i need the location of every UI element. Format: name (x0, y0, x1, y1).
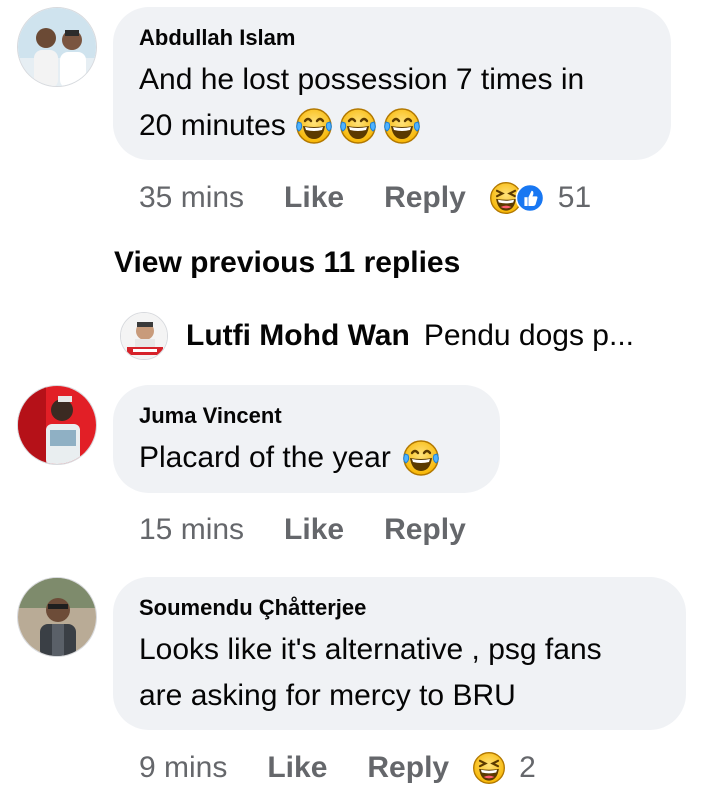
view-previous-replies-link[interactable]: View previous 11 replies (114, 246, 460, 280)
comment-text-line: And he lost possession 7 times in (139, 63, 585, 96)
like-button[interactable]: Like (284, 513, 344, 547)
reply-snippet: Pendu dogs p... (423, 319, 634, 352)
comment-actions: 15 mins Like Reply (139, 510, 506, 550)
like-button[interactable]: Like (284, 181, 344, 215)
comment-text: Looks like it's alternative , psg fans a… (139, 627, 660, 719)
comment-author[interactable]: Abdullah Islam (139, 25, 645, 51)
collapsed-reply[interactable]: Lutfi Mohd Wan Pendu dogs p... (120, 312, 634, 360)
reply-author[interactable]: Lutfi Mohd Wan (186, 319, 410, 353)
comment-timestamp[interactable]: 15 mins (139, 513, 244, 547)
reply-button[interactable]: Reply (384, 513, 466, 547)
laugh-tears-icon (294, 106, 334, 146)
like-button[interactable]: Like (267, 751, 327, 785)
comment-timestamp[interactable]: 35 mins (139, 181, 244, 215)
comment-bubble[interactable]: Abdullah Islam And he lost possession 7 … (113, 7, 671, 160)
comment-text: And he lost possession 7 times in 20 min… (139, 57, 645, 149)
reply-button[interactable]: Reply (367, 751, 449, 785)
avatar-juma-vincent[interactable] (17, 385, 97, 465)
comment-text-line: 20 minutes (139, 103, 645, 149)
avatar-lutfi-mohd-wan[interactable] (120, 312, 168, 360)
comment-author[interactable]: Juma Vincent (139, 403, 474, 429)
comment-text-line: are asking for mercy to BRU (139, 679, 516, 712)
comment-actions: 9 mins Like Reply 2 (139, 748, 536, 788)
comment-author[interactable]: Soumendu Çhåtterjee (139, 595, 660, 621)
avatar-soumendu-chatterjee[interactable] (17, 577, 97, 657)
comment-bubble[interactable]: Juma Vincent Placard of the year (113, 385, 500, 493)
laugh-tears-icon (382, 106, 422, 146)
haha-reaction-icon (471, 750, 507, 786)
comment-text: Placard of the year (139, 435, 474, 481)
reply-button[interactable]: Reply (384, 181, 466, 215)
comment-bubble[interactable]: Soumendu Çhåtterjee Looks like it's alte… (113, 577, 686, 730)
comment-actions: 35 mins Like Reply 51 (139, 178, 591, 218)
reaction-summary[interactable]: 2 (471, 750, 536, 786)
reaction-summary[interactable]: 51 (488, 180, 591, 216)
comment-text-fragment: Placard of the year (139, 441, 391, 474)
reaction-count: 51 (557, 181, 592, 214)
like-reaction-icon (514, 182, 546, 214)
avatar-abdullah-islam[interactable] (17, 7, 97, 87)
laugh-tears-icon (338, 106, 378, 146)
laugh-tears-icon (401, 438, 441, 478)
comment-text-fragment: 20 minutes (139, 109, 286, 142)
reaction-count: 2 (519, 751, 536, 784)
comment-text-line: Looks like it's alternative , psg fans (139, 633, 602, 666)
comment-timestamp[interactable]: 9 mins (139, 751, 227, 785)
